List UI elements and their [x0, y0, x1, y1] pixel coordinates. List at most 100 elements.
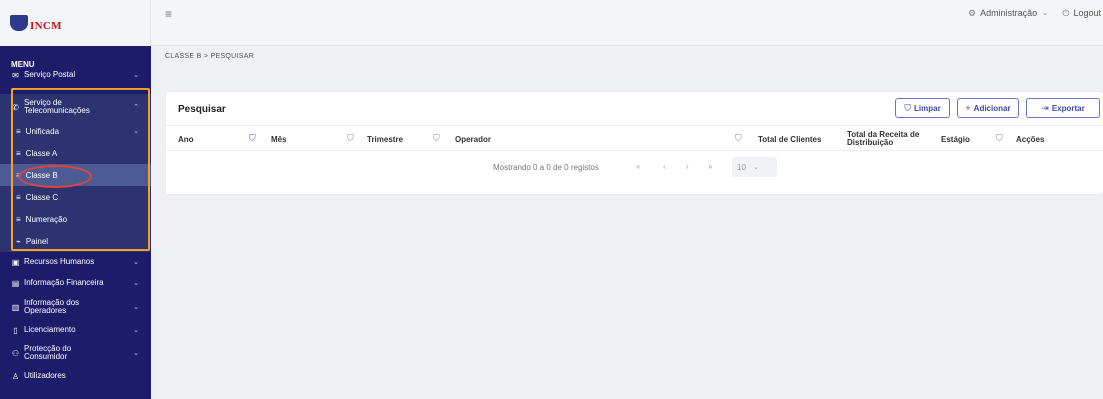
next-page-button[interactable]: › — [686, 162, 689, 171]
list-icon: ≡ — [16, 214, 21, 224]
chevron-down-icon: ⌄ — [752, 164, 759, 171]
chevron-down-icon: ⌄ — [133, 350, 139, 357]
sidebar-item-servico-postal[interactable]: ✉ Serviço Postal ⌄ — [0, 68, 151, 82]
submenu-item-label: Numeração — [25, 214, 68, 224]
column-total-receita[interactable]: Total da Receita de Distribuição — [847, 126, 927, 152]
export-icon: ⇥ — [1041, 102, 1049, 113]
sidebar-item-informacao-financeira[interactable]: ▤ Informação Financeira ⌄ — [0, 272, 151, 294]
column-trimestre[interactable]: Trimestre — [367, 126, 403, 152]
sidebar-item-label: Informação Financeira — [24, 278, 104, 287]
add-button-label: Adicionar — [973, 103, 1011, 113]
pagination-bar: Mostrando 0 a 0 de 0 registos « ‹ › » 10… — [166, 151, 1103, 185]
hamburger-menu-icon[interactable]: ≡ — [165, 8, 178, 21]
export-button[interactable]: ⇥ Exportar — [1026, 98, 1100, 118]
sidebar-item-proteccao-consumidor[interactable]: ⚇ Protecção do Consumidor ⌄ — [0, 340, 151, 366]
submenu-item-unificada[interactable]: ≡ Unificada ⌄ — [0, 120, 151, 142]
phone-icon: ✆ — [12, 102, 19, 112]
submenu-item-numeracao[interactable]: ≡ Numeração — [0, 208, 151, 230]
submenu-item-classe-c[interactable]: ≡ Classe C — [0, 186, 151, 208]
gear-icon: ⚙ — [968, 7, 977, 18]
chevron-down-icon: ⌄ — [133, 327, 139, 334]
column-mes[interactable]: Mês — [271, 126, 287, 152]
sidebar-item-label: Informação dos Operadores — [24, 298, 80, 315]
menu-title: MENU — [11, 60, 35, 69]
sidebar-item-label: Serviço de Telecomunicações — [24, 98, 90, 115]
page-size-select[interactable]: 10 ⌄ — [732, 157, 777, 177]
sidebar-item-label: Utilizadores — [24, 371, 66, 380]
filter-icon[interactable]: ⛉ — [735, 134, 743, 143]
logo-text: INCM — [30, 20, 62, 32]
column-operador[interactable]: Operador — [455, 126, 491, 152]
export-button-label: Exportar — [1051, 103, 1085, 113]
column-total-clientes[interactable]: Total de Clientes — [758, 126, 821, 152]
submenu-item-label: Unificada — [25, 126, 60, 136]
submenu-item-label: Painel — [25, 236, 49, 246]
chevron-down-icon: ⌄ — [133, 304, 139, 311]
users-icon: ⚇ — [11, 348, 20, 358]
logout-label: Logout — [1073, 8, 1101, 18]
chevron-down-icon: ⌄ — [1042, 10, 1048, 17]
breadcrumb: CLASSE B > PESQUISAR — [165, 53, 255, 60]
administration-label: Administração — [980, 8, 1038, 18]
chevron-down-icon: ⌄ — [133, 259, 139, 266]
chevron-down-icon: ⌄ — [133, 280, 139, 287]
clear-button[interactable]: ⛉ Limpar — [895, 98, 950, 118]
chevron-down-icon: ⌄ — [133, 72, 139, 79]
filter-icon: ⛉ — [904, 102, 912, 113]
list-icon: ≡ — [16, 126, 21, 136]
chevron-up-icon: ⌃ — [133, 104, 139, 111]
sidebar-item-label: Licenciamento — [24, 325, 76, 334]
briefcase-icon: ▣ — [11, 257, 20, 267]
document-icon: ▯ — [13, 325, 18, 335]
page-size-value: 10 — [737, 162, 746, 172]
building-icon: ▥ — [11, 302, 20, 312]
search-card: Pesquisar ⛉ Limpar + Adicionar ⇥ Exporta… — [166, 92, 1103, 194]
sidebar-item-utilizadores[interactable]: ♙ Utilizadores — [0, 366, 151, 386]
sidebar-item-recursos-humanos[interactable]: ▣ Recursos Humanos ⌄ — [0, 252, 151, 272]
sidebar-item-label: Recursos Humanos — [24, 257, 95, 266]
column-estagio[interactable]: Estágio — [941, 126, 970, 152]
previous-page-button[interactable]: ‹ — [663, 162, 666, 171]
column-accoes[interactable]: Acções — [1016, 126, 1044, 152]
chart-icon: ⌁ — [16, 236, 21, 246]
filter-icon[interactable]: ⛉ — [433, 134, 441, 143]
logo[interactable]: INCM — [0, 0, 151, 46]
sidebar-item-label: Serviço Postal — [24, 70, 76, 79]
add-button[interactable]: + Adicionar — [957, 98, 1019, 118]
sidebar-item-servico-telecomunicacoes[interactable]: ✆ Serviço de Telecomunicações ⌃ — [0, 94, 151, 120]
user-icon: ♙ — [11, 371, 20, 381]
telecom-submenu: ✆ Serviço de Telecomunicações ⌃ ≡ Unific… — [0, 94, 151, 252]
last-page-button[interactable]: » — [708, 162, 712, 171]
submenu-item-painel[interactable]: ⌁ Painel — [0, 230, 151, 252]
filter-icon[interactable]: ⛉ — [996, 134, 1004, 143]
records-info: Mostrando 0 a 0 de 0 registos — [493, 163, 599, 172]
topbar: ≡ ⚙ Administração ⌄ ⏻ Logout — [151, 0, 1103, 46]
filter-icon[interactable]: ⛉ — [347, 134, 355, 143]
sidebar: INCM MENU ✉ Serviço Postal ⌄ ✆ Serviço d… — [0, 0, 151, 399]
page-title: Pesquisar — [178, 104, 226, 115]
list-icon: ≡ — [16, 192, 21, 202]
mail-icon: ✉ — [12, 70, 19, 80]
money-icon: ▤ — [11, 278, 20, 288]
emblem-icon — [10, 15, 28, 31]
list-icon: ≡ — [16, 170, 21, 180]
submenu-item-label: Classe A — [25, 148, 58, 158]
submenu-item-label: Classe B — [25, 170, 58, 180]
administration-menu[interactable]: ⚙ Administração ⌄ — [968, 4, 1048, 22]
sidebar-item-label: Protecção do Consumidor — [24, 344, 72, 361]
chevron-down-icon: ⌄ — [133, 128, 139, 135]
list-icon: ≡ — [16, 148, 21, 158]
sidebar-item-licenciamento[interactable]: ▯ Licenciamento ⌄ — [0, 320, 151, 340]
first-page-button[interactable]: « — [636, 162, 640, 171]
submenu-item-classe-a[interactable]: ≡ Classe A — [0, 142, 151, 164]
logout-button[interactable]: ⏻ Logout — [1062, 4, 1101, 22]
submenu-item-classe-b[interactable]: ≡ Classe B — [0, 164, 151, 186]
column-ano[interactable]: Ano — [178, 126, 194, 152]
sidebar-item-informacao-operadores[interactable]: ▥ Informação dos Operadores ⌄ — [0, 294, 151, 320]
clear-button-label: Limpar — [914, 103, 941, 113]
filter-icon[interactable]: ⛉ — [249, 134, 257, 143]
power-icon: ⏻ — [1062, 7, 1070, 18]
plus-icon: + — [965, 103, 971, 113]
submenu-item-label: Classe C — [25, 192, 59, 202]
table-header: Ano ⛉ Mês ⛉ Trimestre ⛉ Operador ⛉ Total… — [166, 125, 1103, 151]
